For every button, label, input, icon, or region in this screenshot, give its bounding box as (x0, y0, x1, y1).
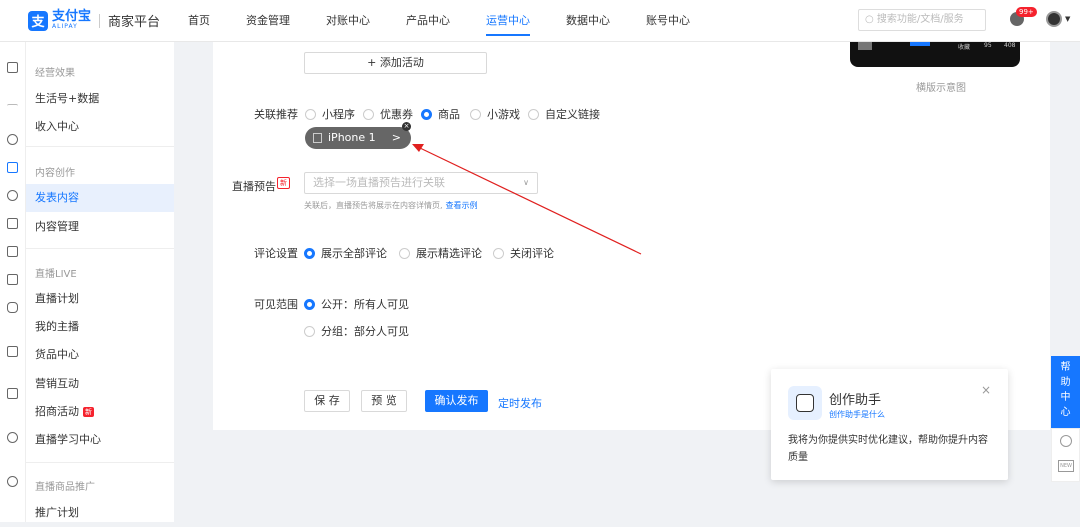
help-center-button[interactable]: 帮助中心 (1051, 356, 1080, 428)
assistant-body: 我将为你提供实时优化建议，帮助你提升内容质量 (788, 435, 988, 463)
arrow-line (419, 147, 642, 255)
help-side-panel: NEW (1051, 428, 1080, 482)
new-icon[interactable]: NEW (1058, 460, 1074, 472)
close-icon[interactable]: × (981, 383, 991, 397)
arrow-head (412, 144, 424, 152)
help-center-label: 帮助中心 (1060, 362, 1071, 418)
assistant-what-link[interactable]: 创作助手是什么 (829, 409, 885, 420)
assistant-popup: 创作助手 创作助手是什么 × 我将为你提供实时优化建议，帮助你提升内容质量 (771, 369, 1008, 480)
assistant-title: 创作助手 (829, 393, 882, 408)
headset-icon[interactable] (1060, 435, 1072, 447)
assistant-robot-icon (788, 386, 822, 420)
